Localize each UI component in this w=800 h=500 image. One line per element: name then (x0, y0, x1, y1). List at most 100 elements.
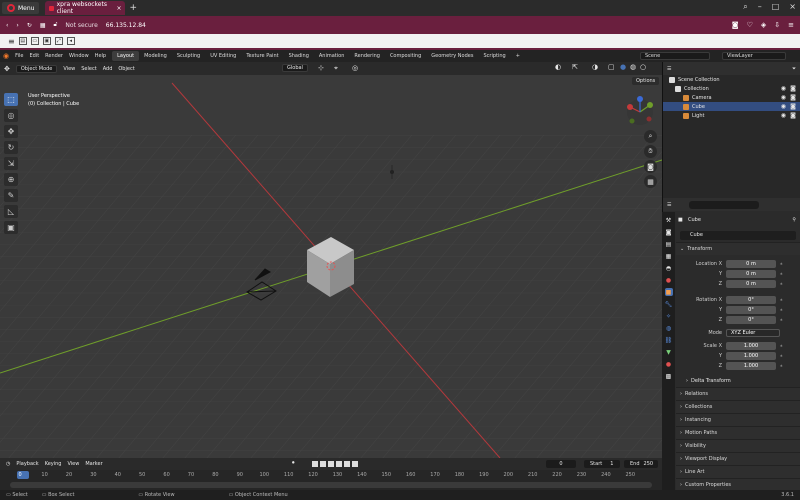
xray-icon[interactable]: ▢ (608, 63, 615, 71)
view-layer-selector[interactable]: ViewLayer (722, 52, 786, 60)
reload-icon[interactable]: ↻ (27, 22, 32, 29)
keyboard-icon[interactable]: ▭ (30, 37, 39, 45)
material-shading-icon[interactable]: ◍ (630, 63, 636, 71)
measure-tool-icon[interactable]: ◺ (4, 205, 18, 218)
new-tab-icon[interactable]: + (129, 3, 137, 13)
snap-icon[interactable]: ⌖ (334, 64, 338, 73)
outliner-collection[interactable]: Collection ◉ ◙ (663, 84, 800, 93)
menu-render[interactable]: Render (45, 53, 63, 59)
blender-logo-icon[interactable]: ◉ (3, 52, 9, 60)
transform-tool-icon[interactable]: ⊕ (4, 173, 18, 186)
camera-visibility-icon[interactable]: ◉ (781, 94, 786, 101)
ortho-toggle-icon[interactable]: ▦ (644, 175, 657, 188)
keyframe-icon[interactable]: ⁎ (780, 307, 783, 313)
hamburger-icon[interactable]: ≡ (8, 37, 15, 46)
start-frame-field[interactable]: Start 1 (584, 460, 620, 468)
gizmo-z-icon[interactable] (637, 96, 643, 102)
zoom-icon[interactable]: ⌕ (644, 130, 657, 143)
visibility-section[interactable]: › Visibility (676, 439, 800, 452)
tab-uv-editing[interactable]: UV Editing (205, 51, 241, 61)
play-icon[interactable] (336, 461, 342, 467)
transform-section-header[interactable]: ⌄ Transform (676, 242, 800, 255)
menu-file[interactable]: File (15, 53, 23, 59)
gizmo-x-icon[interactable] (627, 104, 633, 110)
next-key-icon[interactable] (344, 461, 350, 467)
close-window-icon[interactable]: × (789, 2, 796, 12)
keyframe-icon[interactable]: ⁎ (780, 353, 783, 359)
keyframe-icon[interactable]: ⁎ (780, 271, 783, 277)
maximize-icon[interactable]: □ (772, 2, 780, 12)
modifier-tab-icon[interactable]: 🔧︎ (665, 300, 673, 308)
download-icon[interactable]: ⇩ (774, 21, 780, 29)
move-tool-icon[interactable]: ✥ (4, 125, 18, 138)
proportional-edit-icon[interactable]: ◎ (352, 64, 358, 72)
rotation-z-field[interactable]: 0° (726, 316, 776, 324)
scale-x-field[interactable]: 1.000 (726, 342, 776, 350)
fullscreen-icon[interactable]: ⤢ (54, 37, 63, 45)
material-tab-icon[interactable]: ● (665, 360, 673, 368)
timeline-menu-view[interactable]: View (67, 461, 79, 467)
location-y-field[interactable]: 0 m (726, 270, 776, 278)
viewport-menu-object[interactable]: Object (118, 66, 134, 72)
tab-layout[interactable]: Layout (112, 51, 140, 61)
tab-modeling[interactable]: Modeling (139, 51, 172, 61)
tab-rendering[interactable]: Rendering (349, 51, 385, 61)
viewport-options-button[interactable]: Options (632, 77, 660, 85)
keyframe-icon[interactable]: ⁎ (780, 343, 783, 349)
url-text[interactable]: 66.135.12.84 (106, 22, 146, 29)
tool-tab-icon[interactable]: ⚒ (665, 216, 673, 224)
tab-texture-paint[interactable]: Texture Paint (241, 51, 283, 61)
forward-icon[interactable]: › (16, 22, 18, 29)
outliner-item-light[interactable]: Light ◉ ◙ (663, 111, 800, 120)
rotate-tool-icon[interactable]: ↻ (4, 141, 18, 154)
rotation-x-field[interactable]: 0° (726, 296, 776, 304)
menu-edit[interactable]: Edit (29, 53, 39, 59)
minimize-icon[interactable]: – (758, 2, 762, 12)
render-tab-icon[interactable]: ◙ (665, 228, 673, 236)
keyframe-icon[interactable]: ⁎ (780, 281, 783, 287)
record-icon[interactable]: ⏺︎ (292, 460, 295, 466)
delta-transform-subpanel[interactable]: › Delta Transform (676, 375, 800, 387)
gizmo-neg-x-icon[interactable] (646, 116, 652, 122)
editor-type-icon[interactable]: ✥ (4, 65, 10, 73)
tab-geometry-nodes[interactable]: Geometry Nodes (426, 51, 478, 61)
jump-start-icon[interactable] (312, 461, 318, 467)
viewport-display-section[interactable]: › Viewport Display (676, 452, 800, 465)
menu-icon[interactable]: ≡ (788, 21, 794, 29)
scale-z-field[interactable]: 1.000 (726, 362, 776, 370)
viewport-menu-select[interactable]: Select (81, 66, 96, 72)
tab-shading[interactable]: Shading (284, 51, 314, 61)
add-cube-tool-icon[interactable]: ▣ (4, 221, 18, 234)
collections-section[interactable]: › Collections (676, 400, 800, 413)
relations-section[interactable]: › Relations (676, 387, 800, 400)
cube-icon[interactable]: ◈ (761, 21, 766, 29)
heart-icon[interactable]: ♡ (747, 21, 753, 29)
window-icon[interactable]: ▣ (42, 37, 51, 45)
timeline-menu-keying[interactable]: Keying (45, 461, 62, 467)
view-layer-tab-icon[interactable]: ▦ (665, 252, 673, 260)
tab-sculpting[interactable]: Sculpting (172, 51, 205, 61)
output-tab-icon[interactable]: ▤ (665, 240, 673, 248)
properties-editor-icon[interactable]: ☰ (667, 202, 671, 208)
scene-tab-icon[interactable]: ◓ (665, 264, 673, 272)
scene-selector[interactable]: Scene (640, 52, 710, 60)
tab-close-icon[interactable]: × (116, 5, 121, 12)
camera-icon[interactable]: ◙ (732, 21, 739, 29)
viewport-menu-add[interactable]: Add (103, 66, 113, 72)
keyframe-icon[interactable]: ⁎ (780, 317, 783, 323)
play-reverse-icon[interactable] (328, 461, 334, 467)
search-icon[interactable]: ⌕ (743, 2, 747, 12)
timeline-menu-marker[interactable]: Marker (85, 461, 102, 467)
speaker-icon[interactable]: ◂ (66, 37, 75, 45)
constraints-tab-icon[interactable]: ⛓︎ (665, 336, 673, 344)
solid-shading-icon[interactable]: ● (620, 63, 626, 71)
gizmo-y-icon[interactable] (647, 102, 653, 108)
location-z-field[interactable]: 0 m (726, 280, 776, 288)
clipboard-icon[interactable]: ▤ (18, 37, 27, 45)
collection-visibility-icon[interactable]: ◉ (781, 85, 786, 92)
particles-tab-icon[interactable]: ✧ (665, 312, 673, 320)
cursor-tool-icon[interactable]: ◎ (4, 109, 18, 122)
rendered-shading-icon[interactable]: ○ (640, 63, 646, 71)
keyframe-icon[interactable]: ⁎ (780, 297, 783, 303)
light-visibility-icon[interactable]: ◉ (781, 112, 786, 119)
